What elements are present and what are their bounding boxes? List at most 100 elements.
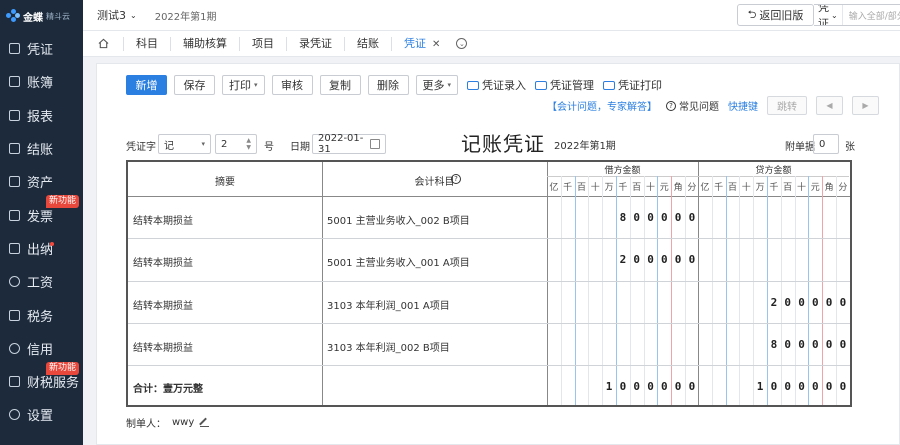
- total-label: 合计：壹万元整: [133, 384, 203, 396]
- sidebar-item-7[interactable]: 出纳: [0, 232, 83, 265]
- sidebar-item-11[interactable]: 财税服务 新功能: [0, 361, 83, 398]
- row-summary[interactable]: 结转本期损益: [133, 254, 193, 269]
- digit-unit-label: 千: [563, 183, 573, 193]
- amount-digit: 0: [674, 380, 682, 394]
- sidebar-item-label: 结账: [27, 143, 54, 159]
- sidebar-item-5[interactable]: 资产: [0, 165, 83, 198]
- amount-digit: 0: [660, 211, 668, 224]
- row-summary[interactable]: 结转本期损益: [133, 212, 193, 227]
- amount-digit: 0: [633, 211, 640, 224]
- camera-icon: [535, 80, 548, 90]
- sidebar-item-3[interactable]: 报表: [0, 99, 83, 132]
- sidebar-item-2[interactable]: 账簿: [0, 65, 83, 98]
- copy-button[interactable]: 复制: [319, 75, 361, 95]
- settings-icon: [9, 409, 20, 421]
- help-toolbar: 【会计问题，专家解答】 ? 常见问题 快捷键 跳转 ◀ ▶: [547, 96, 879, 115]
- closing-icon: [9, 143, 20, 155]
- amount-digit: 0: [674, 253, 682, 267]
- voucher-word-select[interactable]: 记 ▾: [158, 134, 211, 154]
- tab-label: 辅助核算: [183, 36, 227, 50]
- tab-label: 结账: [357, 36, 379, 50]
- amount-digit: 0: [811, 380, 819, 394]
- delete-button[interactable]: 删除: [367, 75, 409, 95]
- amount-digit: 0: [688, 211, 696, 224]
- save-button[interactable]: 保存: [174, 75, 215, 95]
- attachment-unit: 张: [845, 142, 855, 153]
- row-summary[interactable]: 结转本期损益: [133, 339, 193, 354]
- home-tab[interactable]: [83, 31, 123, 56]
- more-dropdown-button[interactable]: 更多 ▾: [415, 75, 459, 95]
- digit-unit-label: 百: [727, 183, 737, 193]
- tab-3[interactable]: 项目: [239, 36, 286, 51]
- notification-dot: [50, 241, 54, 246]
- credit-icon: [9, 342, 20, 354]
- home-icon: [98, 38, 108, 49]
- voucher-entry-label: 凭证录入: [482, 79, 527, 92]
- tab-1[interactable]: 科目: [123, 36, 170, 51]
- voucher-print-link[interactable]: 凭证打印: [603, 77, 662, 93]
- expert-help-link[interactable]: 【会计问题，专家解答】: [547, 98, 657, 113]
- voucher-manage-link[interactable]: 凭证管理: [535, 77, 594, 93]
- tab-6[interactable]: 凭证 ✕: [391, 36, 452, 51]
- row-account[interactable]: 5001 主营业务收入_001 A项目: [327, 254, 470, 269]
- search-input[interactable]: 输入全部/部分: [843, 9, 900, 22]
- digit-unit-label: 百: [576, 183, 586, 193]
- audit-button[interactable]: 审核: [271, 75, 313, 95]
- voucher-toolbar: 新增 保存 打印 ▾ 审核 复制 删除 更多 ▾ 凭证录入 凭证管理 凭证打印: [126, 75, 662, 95]
- back-to-old-version-button[interactable]: ⮌ 返回旧版: [737, 4, 814, 26]
- sidebar-item-6[interactable]: 发票 新功能: [0, 195, 83, 231]
- camera-icon: [603, 80, 616, 90]
- voucher-number-stepper[interactable]: 2 ▲ ▼: [215, 134, 257, 154]
- amount-digit: 2: [619, 253, 627, 267]
- prev-voucher-button[interactable]: ◀: [816, 96, 843, 115]
- attachment-count-input[interactable]: 0: [813, 134, 839, 154]
- date-picker[interactable]: 2022-01-31: [312, 133, 386, 155]
- faq-label: 常见问题: [679, 102, 719, 113]
- voucher-entry-link[interactable]: 凭证录入: [467, 77, 526, 93]
- question-icon[interactable]: ?: [451, 174, 461, 184]
- brand-logo[interactable]: 金蝶 精斗云: [0, 0, 83, 32]
- jump-button[interactable]: 跳转: [767, 96, 807, 115]
- question-icon: ?: [666, 100, 676, 111]
- edit-icon[interactable]: [200, 418, 210, 427]
- chevron-down-icon: ⌄: [130, 10, 137, 20]
- sidebar-item-label: 发票: [27, 209, 54, 225]
- tab-more-icon[interactable]: ⌄: [456, 38, 468, 49]
- row-account[interactable]: 3103 本年利润_001 A项目: [327, 297, 450, 312]
- new-button[interactable]: 新增: [126, 75, 167, 95]
- date-value: 2022-01-31: [318, 133, 364, 155]
- amount-digit: 0: [647, 253, 654, 267]
- tab-5[interactable]: 结账: [344, 36, 391, 51]
- sidebar-item-8[interactable]: 工资: [0, 265, 83, 298]
- sidebar-item-1[interactable]: 凭证: [0, 32, 83, 65]
- row-summary[interactable]: 结转本期损益: [133, 297, 193, 312]
- shortcut-link[interactable]: 快捷键: [728, 98, 758, 113]
- back-label: 返回旧版: [759, 9, 804, 22]
- amount-digit: 0: [825, 380, 833, 394]
- amount-digit: 0: [647, 380, 654, 394]
- table-row[interactable]: [128, 281, 850, 323]
- table-row[interactable]: [128, 323, 850, 365]
- faq-link[interactable]: ? 常见问题: [666, 98, 719, 113]
- tab-2[interactable]: 辅助核算: [170, 36, 239, 51]
- table-row[interactable]: [128, 196, 850, 238]
- amount-digit: 0: [825, 337, 833, 351]
- sidebar-item-9[interactable]: 税务: [0, 298, 83, 331]
- close-icon[interactable]: ✕: [432, 39, 440, 50]
- sidebar-item-4[interactable]: 结账: [0, 132, 83, 165]
- tab-label: 项目: [252, 36, 274, 50]
- row-account[interactable]: 5001 主营业务收入_002 B项目: [327, 212, 470, 227]
- next-voucher-button[interactable]: ▶: [852, 96, 879, 115]
- sidebar-item-12[interactable]: 设置: [0, 398, 83, 431]
- amount-digit: 0: [798, 380, 805, 394]
- brand-sub: 精斗云: [46, 11, 70, 21]
- search-type-select[interactable]: 凭证 ⌄: [814, 5, 843, 25]
- row-account[interactable]: 3103 本年利润_002 B项目: [327, 339, 450, 354]
- tab-4[interactable]: 录凭证: [286, 36, 344, 51]
- table-row[interactable]: [128, 238, 850, 280]
- print-dropdown-button[interactable]: 打印 ▾: [222, 75, 265, 95]
- calendar-icon: [369, 139, 380, 149]
- sidebar-item-10[interactable]: 信用: [0, 332, 83, 365]
- amount-digit: 1: [605, 380, 613, 394]
- company-selector[interactable]: 测试3 ⌄: [97, 7, 137, 23]
